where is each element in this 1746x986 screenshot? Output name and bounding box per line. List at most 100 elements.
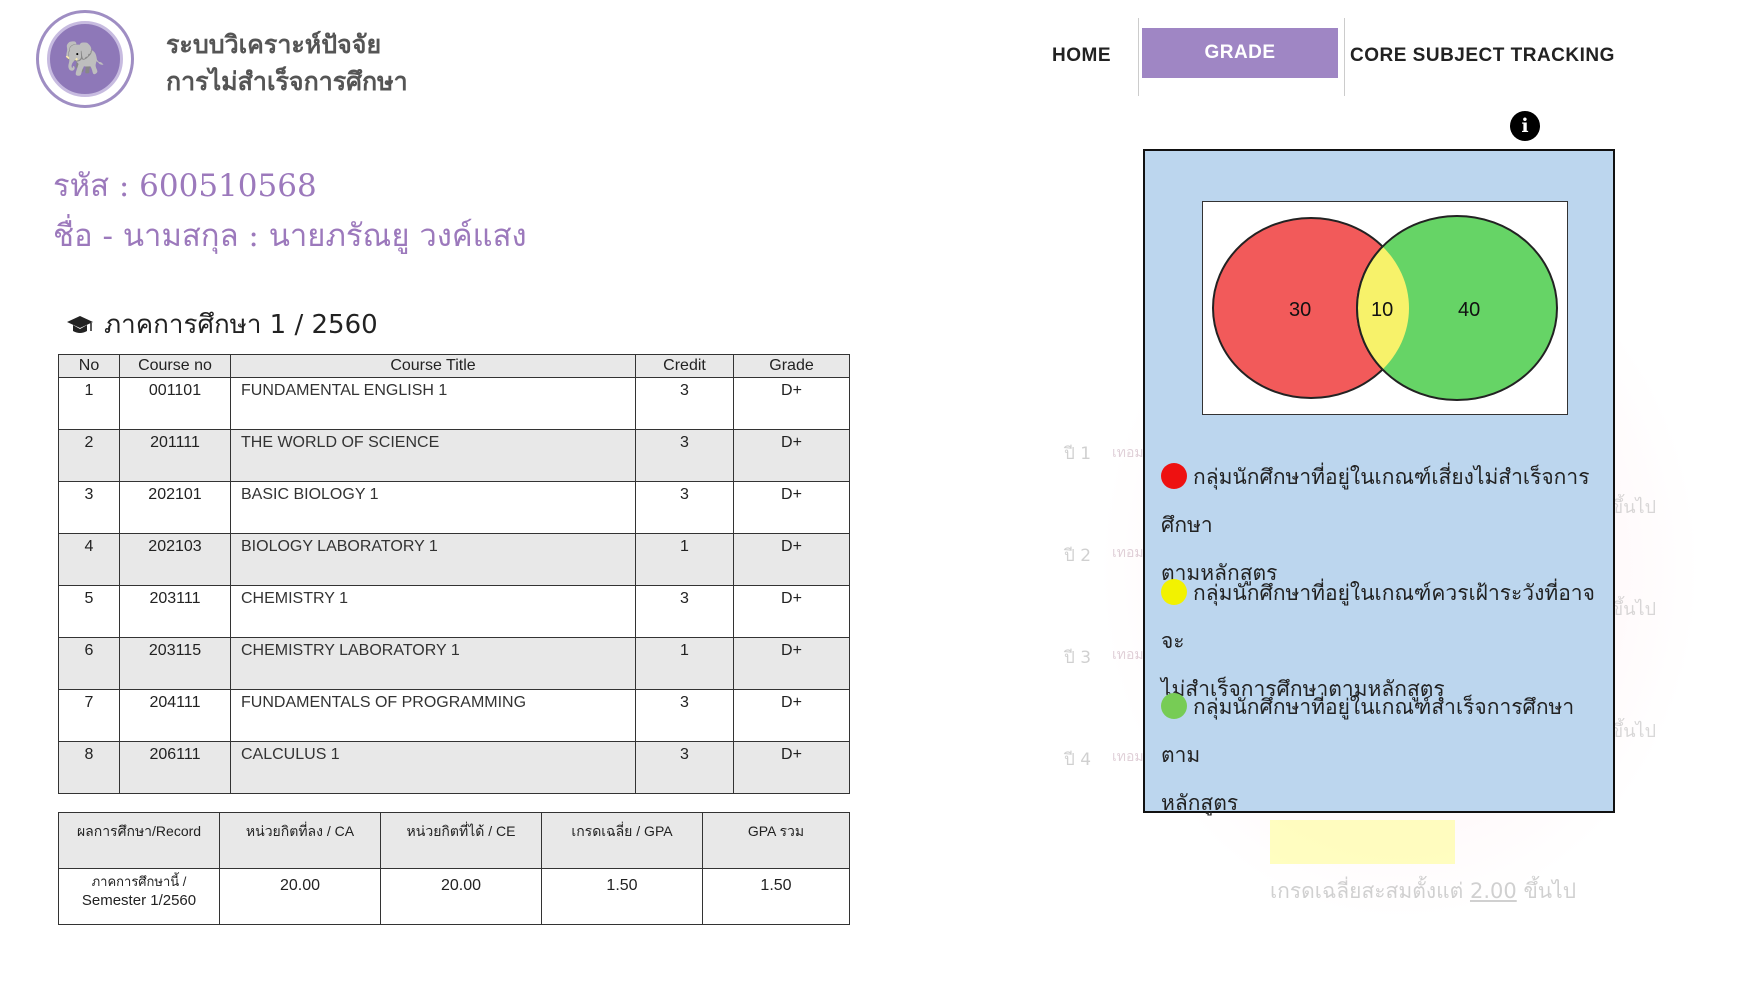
table-row: 5 203111 CHEMISTRY 1 3 D+	[58, 585, 850, 638]
cell-grade: D+	[733, 377, 850, 430]
summary-header-gpa-total: GPA รวม	[702, 812, 850, 869]
table-row: 4 202103 BIOLOGY LABORATORY 1 1 D+	[58, 533, 850, 586]
cell-grade: D+	[733, 741, 850, 794]
graduation-cap-icon	[67, 315, 93, 333]
cell-grade: D+	[733, 429, 850, 482]
cell-credit: 3	[635, 741, 734, 794]
app-title-line2: การไม่สำเร็จการศึกษา	[166, 67, 408, 96]
summary-row-label: ภาคการศึกษานี้ / Semester 1/2560	[58, 868, 220, 925]
semester-label: ภาคการศึกษา 1 / 2560	[104, 310, 378, 340]
bg-year-1: ปี 1	[1064, 444, 1092, 464]
table-row: 3 202101 BASIC BIOLOGY 1 3 D+	[58, 481, 850, 534]
bg-year-2: ปี 2	[1064, 546, 1092, 566]
summary-row-label-line1: ภาคการศึกษานี้ /	[91, 874, 187, 889]
bg-avg-value: 2.00	[1469, 879, 1517, 903]
venn-right-value: 40	[1458, 299, 1480, 321]
nav-home[interactable]: HOME	[1052, 45, 1111, 67]
cell-credit: 3	[635, 481, 734, 534]
nav-divider	[1344, 18, 1345, 96]
table-row: 7 204111 FUNDAMENTALS OF PROGRAMMING 3 D…	[58, 689, 850, 742]
cell-course-no: 203111	[119, 585, 231, 638]
bg-term-tag: เทอม	[1112, 749, 1144, 765]
summary-header: ผลการศึกษา/Record หน่วยกิตที่ลง / CA หน่…	[58, 812, 850, 869]
bg-term-tag: เทอม	[1112, 647, 1144, 663]
cell-title: BASIC BIOLOGY 1	[230, 481, 636, 534]
summary-gpa-total: 1.50	[702, 868, 850, 925]
nav-grade-tracking[interactable]: GRADE TRACKING	[1142, 28, 1338, 113]
legend-risk-line1: กลุ่มนักศึกษาที่อยู่ในเกณฑ์เสี่ยงไม่สำเร…	[1161, 465, 1590, 537]
cell-title: BIOLOGY LABORATORY 1	[230, 533, 636, 586]
cell-no: 3	[58, 481, 120, 534]
cell-course-no: 201111	[119, 429, 231, 482]
col-header-title: Course Title	[230, 354, 636, 378]
summary-header-record: ผลการศึกษา/Record	[58, 812, 220, 869]
summary-ce: 20.00	[380, 868, 542, 925]
info-popup: 30 10 40 กลุ่มนักศึกษาที่อยู่ในเกณฑ์เสี่…	[1143, 149, 1615, 815]
cell-title: CHEMISTRY 1	[230, 585, 636, 638]
bg-term-tag: เทอม	[1112, 545, 1144, 561]
bg-side-text: ขึ้นไป	[1610, 721, 1656, 742]
semester-summary-table: ผลการศึกษา/Record หน่วยกิตที่ลง / CA หน่…	[58, 812, 850, 925]
venn-diagram: 30 10 40	[1202, 201, 1568, 415]
table-row: 1 001101 FUNDAMENTAL ENGLISH 1 3 D+	[58, 377, 850, 430]
green-dot-icon	[1161, 693, 1187, 719]
venn-left-value: 30	[1289, 299, 1311, 321]
cell-title: CALCULUS 1	[230, 741, 636, 794]
cell-course-no: 203115	[119, 637, 231, 690]
cell-grade: D+	[733, 689, 850, 742]
cell-course-no: 001101	[119, 377, 231, 430]
venn-svg: 30 10 40	[1212, 215, 1558, 401]
app-title-line1: ระบบวิเคราะห์ปัจจัย	[166, 30, 382, 59]
cell-grade: D+	[733, 533, 850, 586]
cell-course-no: 204111	[119, 689, 231, 742]
col-header-grade: Grade	[733, 354, 850, 378]
cell-credit: 3	[635, 585, 734, 638]
table-row: 8 206111 CALCULUS 1 3 D+	[58, 741, 850, 794]
table-row: 6 203115 CHEMISTRY LABORATORY 1 1 D+	[58, 637, 850, 690]
cell-credit: 3	[635, 429, 734, 482]
venn-middle-value: 10	[1371, 299, 1393, 321]
nav-divider	[1138, 18, 1139, 96]
summary-header-ce: หน่วยกิตที่ได้ / CE	[380, 812, 542, 869]
student-name: ชื่อ - นามสกุล : นายภรัณยู วงค์แสง	[53, 218, 527, 254]
university-logo: 🐘	[36, 10, 134, 108]
student-id: รหัส : 600510568	[53, 168, 317, 204]
nav-core-subject-tracking[interactable]: CORE SUBJECT TRACKING	[1350, 45, 1615, 67]
cell-title: CHEMISTRY LABORATORY 1	[230, 637, 636, 690]
cell-no: 2	[58, 429, 120, 482]
bg-year-4: ปี 4	[1064, 750, 1092, 770]
cell-title: THE WORLD OF SCIENCE	[230, 429, 636, 482]
legend-item-success: กลุ่มนักศึกษาที่อยู่ในเกณฑ์สำเร็จการศึกษ…	[1161, 683, 1601, 827]
summary-row: ภาคการศึกษานี้ / Semester 1/2560 20.00 2…	[58, 868, 850, 925]
elephant-seal-icon: 🐘	[47, 21, 123, 97]
red-dot-icon	[1161, 463, 1187, 489]
summary-row-label-line2: Semester 1/2560	[81, 892, 197, 909]
cell-no: 1	[58, 377, 120, 430]
info-icon[interactable]: i	[1510, 111, 1540, 141]
legend-success-line2: หลักสูตร	[1161, 791, 1239, 815]
col-header-credit: Credit	[635, 354, 734, 378]
cell-no: 7	[58, 689, 120, 742]
cell-credit: 1	[635, 637, 734, 690]
cell-credit: 3	[635, 689, 734, 742]
app-title: ระบบวิเคราะห์ปัจจัย การไม่สำเร็จการศึกษา	[166, 26, 408, 100]
legend-success-line1: กลุ่มนักศึกษาที่อยู่ในเกณฑ์สำเร็จการศึกษ…	[1161, 695, 1575, 767]
cell-title: FUNDAMENTALS OF PROGRAMMING	[230, 689, 636, 742]
course-table: No Course no Course Title Credit Grade 1…	[58, 354, 850, 794]
legend-watch-line1: กลุ่มนักศึกษาที่อยู่ในเกณฑ์ควรเฝ้าระวังท…	[1161, 581, 1595, 653]
table-row: 2 201111 THE WORLD OF SCIENCE 3 D+	[58, 429, 850, 482]
cell-course-no: 202103	[119, 533, 231, 586]
col-header-course-no: Course no	[119, 354, 231, 378]
bg-year-3: ปี 3	[1064, 648, 1092, 668]
cell-credit: 3	[635, 377, 734, 430]
cell-no: 6	[58, 637, 120, 690]
cell-no: 4	[58, 533, 120, 586]
bg-side-text: ขึ้นไป	[1610, 599, 1656, 620]
bg-avg-prefix: เกรดเฉลี่ยสะสมตั้งแต่	[1270, 879, 1464, 903]
bg-average-text: เกรดเฉลี่ยสะสมตั้งแต่ 2.00 ขึ้นไป	[1270, 875, 1576, 908]
cell-no: 5	[58, 585, 120, 638]
summary-ca: 20.00	[219, 868, 381, 925]
summary-gpa: 1.50	[541, 868, 703, 925]
yellow-dot-icon	[1161, 579, 1187, 605]
summary-header-gpa: เกรดเฉลี่ย / GPA	[541, 812, 703, 869]
